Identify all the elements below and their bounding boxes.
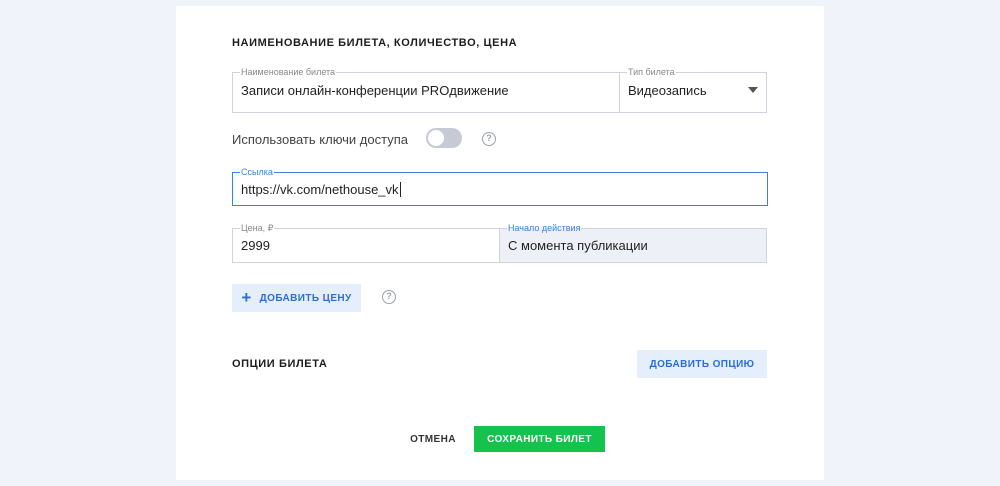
save-ticket-button[interactable]: СОХРАНИТЬ БИЛЕТ (474, 426, 605, 452)
price-label: Цена, ₽ (240, 222, 275, 234)
ticket-type-select[interactable]: Тип билета Видеозапись (619, 66, 767, 113)
cancel-button[interactable]: ОТМЕНА (398, 426, 468, 452)
add-price-label: ДОБАВИТЬ ЦЕНУ (259, 292, 352, 304)
ticket-name-field[interactable]: Наименование билета Записи онлайн-конфер… (232, 66, 620, 113)
plus-icon: + (241, 288, 252, 307)
start-label: Начало действия (507, 222, 582, 234)
toggle-knob (428, 130, 444, 146)
add-price-button[interactable]: + ДОБАВИТЬ ЦЕНУ (232, 284, 361, 312)
price-value: 2999 (241, 238, 270, 253)
section-title-options: ОПЦИИ БИЛЕТА (232, 358, 328, 370)
ticket-type-label: Тип билета (627, 66, 676, 78)
add-option-button[interactable]: ДОБАВИТЬ ОПЦИЮ (637, 350, 767, 378)
ticket-type-value: Видеозапись (628, 83, 707, 98)
link-label: Ссылка (240, 166, 274, 178)
ticket-name-value: Записи онлайн-конференции PROдвижение (241, 83, 509, 98)
section-title-ticket: НАИМЕНОВАНИЕ БИЛЕТА, КОЛИЧЕСТВО, ЦЕНА (232, 37, 518, 49)
help-icon[interactable]: ? (382, 290, 396, 304)
start-value: С момента публикации (508, 238, 648, 253)
chevron-down-icon[interactable] (748, 87, 758, 93)
access-keys-toggle[interactable] (426, 128, 462, 148)
link-field[interactable]: Ссылка https://vk.com/nethouse_vk (232, 166, 768, 206)
link-value: https://vk.com/nethouse_vk (241, 182, 401, 197)
start-field[interactable]: Начало действия С момента публикации (499, 222, 767, 263)
help-icon[interactable]: ? (482, 132, 496, 146)
text-caret (399, 182, 401, 197)
ticket-form-card: НАИМЕНОВАНИЕ БИЛЕТА, КОЛИЧЕСТВО, ЦЕНА На… (176, 6, 824, 480)
price-field[interactable]: Цена, ₽ 2999 (232, 222, 500, 263)
ticket-name-label: Наименование билета (240, 66, 337, 78)
add-option-label: ДОБАВИТЬ ОПЦИЮ (649, 358, 755, 370)
access-keys-label: Использовать ключи доступа (232, 132, 408, 147)
